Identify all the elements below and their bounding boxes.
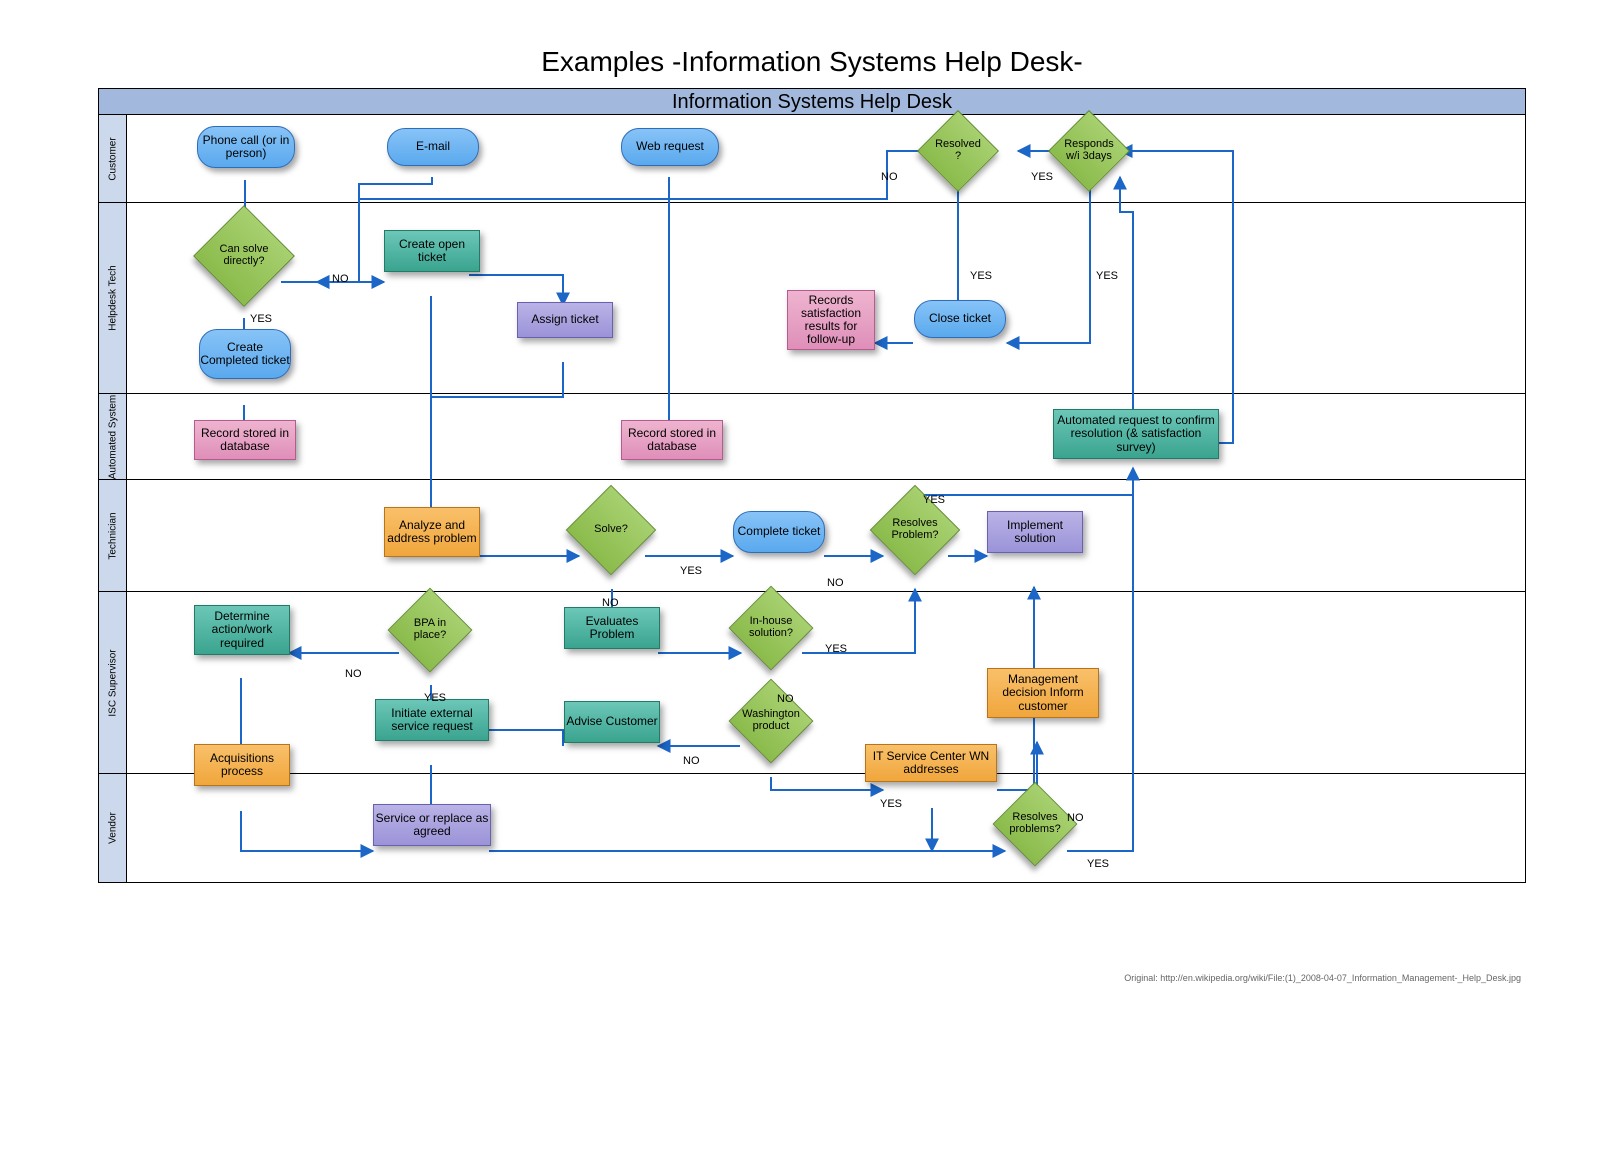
node-record1: Record stored in database bbox=[194, 420, 296, 460]
node-record2: Record stored in database bbox=[621, 420, 723, 460]
node-createcomp: Create Completed ticket bbox=[199, 329, 291, 379]
lane-label-vendor: Vendor bbox=[99, 774, 127, 883]
edge-label: YES bbox=[680, 565, 702, 577]
node-responds: Responds w/i 3days bbox=[1060, 122, 1118, 180]
lane-body-customer bbox=[127, 115, 1525, 203]
node-bpa: BPA in place? bbox=[400, 600, 460, 660]
node-assign: Assign ticket bbox=[517, 302, 613, 338]
node-resolves2: Resolves problems? bbox=[1005, 794, 1065, 854]
node-complete: Complete ticket bbox=[733, 511, 825, 553]
edge-label: YES bbox=[1087, 858, 1109, 870]
node-cansolve: Can solve directly? bbox=[208, 220, 280, 292]
edge-label: NO bbox=[827, 577, 844, 589]
credit-line: Original: http://en.wikipedia.org/wiki/F… bbox=[99, 973, 1525, 983]
edge-label: YES bbox=[424, 692, 446, 704]
edge-label: NO bbox=[345, 668, 362, 680]
page-title: Examples -Information Systems Help Desk- bbox=[0, 46, 1624, 78]
node-evaluates: Evaluates Problem bbox=[564, 607, 660, 649]
node-autoreq: Automated request to confirm resolution … bbox=[1053, 409, 1219, 459]
node-resolved: Resolved ? bbox=[929, 122, 987, 180]
node-analyze: Analyze and address problem bbox=[384, 507, 480, 557]
edge-label: YES bbox=[825, 643, 847, 655]
node-createopen: Create open ticket bbox=[384, 230, 480, 272]
node-initiate: Initiate external service request bbox=[375, 699, 489, 741]
lane-body-technician bbox=[127, 480, 1525, 592]
edge-label: NO bbox=[1067, 812, 1084, 824]
node-phone: Phone call (or in person) bbox=[197, 126, 295, 168]
node-service: Service or replace as agreed bbox=[373, 804, 491, 846]
lane-label-automated: Automated System bbox=[99, 394, 127, 480]
lane-body-isc bbox=[127, 592, 1525, 774]
lane-body-automated bbox=[127, 394, 1525, 480]
edge-label: YES bbox=[1031, 171, 1053, 183]
node-close: Close ticket bbox=[914, 300, 1006, 338]
node-acq: Acquisitions process bbox=[194, 744, 290, 786]
node-resolves1: Resolves Problem? bbox=[883, 498, 947, 562]
edge-label: NO bbox=[777, 693, 794, 705]
node-records: Records satisfaction results for follow-… bbox=[787, 290, 875, 350]
node-email: E-mail bbox=[387, 128, 479, 166]
node-implement: Implement solution bbox=[987, 511, 1083, 553]
node-determine: Determine action/work required bbox=[194, 605, 290, 655]
pool-frame: Information Systems Help Desk CustomerHe… bbox=[98, 88, 1526, 883]
edge-label: NO bbox=[881, 171, 898, 183]
lane-label-technician: Technician bbox=[99, 480, 127, 592]
edge-label: YES bbox=[970, 270, 992, 282]
edge-label: YES bbox=[880, 798, 902, 810]
edge-label: YES bbox=[1096, 270, 1118, 282]
diagram-stage: Examples -Information Systems Help Desk-… bbox=[0, 0, 1624, 1160]
node-inhouse: In-house solution? bbox=[741, 598, 801, 658]
node-advise: Advise Customer bbox=[564, 701, 660, 743]
pool-header: Information Systems Help Desk bbox=[99, 89, 1525, 115]
lane-label-isc: ISC Supervisor bbox=[99, 592, 127, 774]
edge-label: YES bbox=[250, 313, 272, 325]
lane-body-vendor bbox=[127, 774, 1525, 883]
edge-label: NO bbox=[602, 597, 619, 609]
edge-label: NO bbox=[683, 755, 700, 767]
node-web: Web request bbox=[621, 128, 719, 166]
node-mgmt: Management decision Inform customer bbox=[987, 668, 1099, 718]
lane-label-customer: Customer bbox=[99, 115, 127, 203]
lane-label-helpdesk: Helpdesk Tech bbox=[99, 203, 127, 394]
edge-label: NO bbox=[332, 273, 349, 285]
node-solve: Solve? bbox=[579, 498, 643, 562]
edge-label: YES bbox=[923, 494, 945, 506]
node-itsc: IT Service Center WN addresses bbox=[865, 744, 997, 782]
